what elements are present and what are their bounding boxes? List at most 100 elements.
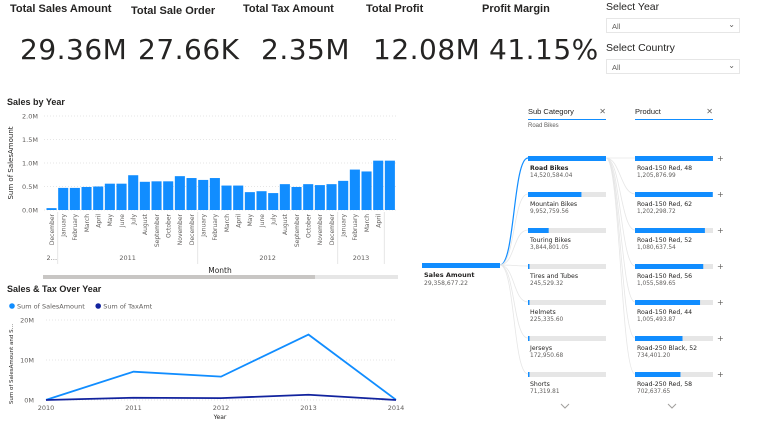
bar[interactable] xyxy=(163,181,174,210)
sub-category-header[interactable]: Sub Category ✕ xyxy=(528,107,606,120)
country-dropdown[interactable]: All ⌄ xyxy=(606,59,740,74)
bar[interactable] xyxy=(338,180,349,210)
product-bar[interactable] xyxy=(635,156,713,161)
x-tick-label: April xyxy=(96,214,103,228)
tree-connector xyxy=(499,193,529,266)
bar[interactable] xyxy=(209,178,220,210)
chevron-down-icon[interactable] xyxy=(560,403,570,409)
x-axis-label: Year xyxy=(213,414,227,421)
root-bar[interactable] xyxy=(422,263,500,268)
expand-plus-icon[interactable]: + xyxy=(717,298,724,307)
expand-plus-icon[interactable]: + xyxy=(717,154,724,163)
subcategory-bar[interactable] xyxy=(528,336,530,341)
tree-connector xyxy=(605,157,636,339)
subcategory-value: 172,950.68 xyxy=(530,353,564,359)
subcategory-bar[interactable] xyxy=(528,372,530,377)
y-tick-label: 0.0M xyxy=(22,207,38,215)
bar[interactable] xyxy=(268,193,279,210)
bar[interactable] xyxy=(69,187,80,210)
expand-plus-icon[interactable]: + xyxy=(717,262,724,271)
x-tick-label: April xyxy=(236,214,243,228)
product-bar[interactable] xyxy=(635,228,705,233)
bar[interactable] xyxy=(198,179,209,210)
bar[interactable] xyxy=(93,186,104,211)
subcategory-bar[interactable] xyxy=(528,300,530,305)
subcategory-value: 9,952,759.56 xyxy=(530,209,569,215)
bar[interactable] xyxy=(46,208,57,210)
product-bar[interactable] xyxy=(635,372,681,377)
bar[interactable] xyxy=(314,185,325,210)
year-group-label: 2… xyxy=(47,254,58,262)
expand-plus-icon[interactable]: + xyxy=(717,334,724,343)
bar[interactable] xyxy=(151,181,162,210)
tree-connector xyxy=(499,264,529,375)
bar[interactable] xyxy=(81,186,92,210)
bar[interactable] xyxy=(361,171,372,210)
subcategory-bar-track xyxy=(528,336,606,341)
year-dropdown[interactable]: All ⌄ xyxy=(606,18,740,33)
scrollbar-thumb[interactable] xyxy=(43,275,315,279)
y-tick-label: 20M xyxy=(20,317,34,325)
product-bar[interactable] xyxy=(635,264,704,269)
close-icon[interactable]: ✕ xyxy=(706,107,713,116)
expand-plus-icon[interactable]: + xyxy=(717,226,724,235)
legend-marker xyxy=(9,303,15,309)
kpi-value: 12.08M xyxy=(373,33,481,66)
tree-connector xyxy=(499,264,529,339)
kpi-value: 41.15% xyxy=(489,33,599,66)
subcategory-bar[interactable] xyxy=(528,264,530,269)
bar[interactable] xyxy=(244,192,255,210)
bar[interactable] xyxy=(349,169,360,210)
sales-by-year-chart[interactable]: 0.0M 0.5M 1.0M 1.5M 2.0M Sum of SalesAmount De… xyxy=(0,100,400,280)
bar[interactable] xyxy=(221,185,232,210)
bar[interactable] xyxy=(186,178,197,210)
kpi-title: Total Sale Order xyxy=(131,5,216,17)
bar[interactable] xyxy=(291,186,302,210)
bar[interactable] xyxy=(128,175,139,210)
expand-plus-icon[interactable]: + xyxy=(717,370,724,379)
bar[interactable] xyxy=(58,187,69,210)
bar[interactable] xyxy=(326,184,337,210)
y-axis-label: Sum of SalesAmount xyxy=(7,126,15,199)
product-bar[interactable] xyxy=(635,192,713,197)
y-tick-label: 0M xyxy=(24,397,34,405)
product-bar[interactable] xyxy=(635,300,701,305)
bar[interactable] xyxy=(233,185,244,210)
bar[interactable] xyxy=(174,176,185,210)
sales-tax-chart[interactable]: Sum of SalesAmount Sum of TaxAmt 0M 10M 20M S… xyxy=(0,298,410,428)
x-tick-label: July xyxy=(271,214,278,226)
subcategory-value: 71,319.81 xyxy=(530,389,560,395)
chevron-down-icon[interactable] xyxy=(667,403,677,409)
bar[interactable] xyxy=(256,191,267,210)
kpi-title: Total Sales Amount xyxy=(10,3,112,15)
subcategory-bar[interactable] xyxy=(528,156,606,161)
bar[interactable] xyxy=(373,160,384,210)
subcategory-value: 225,335.60 xyxy=(530,317,564,323)
bar[interactable] xyxy=(116,183,127,210)
x-tick-label: September xyxy=(294,213,301,247)
x-tick-label: December xyxy=(189,213,196,245)
slicer-select-year: Select Year All ⌄ xyxy=(606,1,740,33)
close-icon[interactable]: ✕ xyxy=(599,107,606,116)
bar[interactable] xyxy=(303,184,314,210)
kpi-value: 2.35M xyxy=(261,33,351,66)
x-tick-label: October xyxy=(166,213,173,238)
series-line[interactable] xyxy=(45,393,397,401)
product-value: 1,080,637.54 xyxy=(637,245,676,251)
bar[interactable] xyxy=(104,183,115,210)
bar[interactable] xyxy=(384,160,395,210)
legend-label: Sum of TaxAmt xyxy=(103,303,152,311)
year-group-label: 2013 xyxy=(353,254,370,262)
series-line[interactable] xyxy=(45,333,397,401)
bar[interactable] xyxy=(279,184,290,210)
subcategory-bar[interactable] xyxy=(528,228,549,233)
root-label: Sales Amount xyxy=(424,271,474,279)
tree-connector xyxy=(499,157,529,266)
decomposition-tree[interactable]: Sales Amount29,358,677.22 Road Bikes14,52… xyxy=(419,128,759,428)
product-header[interactable]: Product ✕ xyxy=(635,107,713,120)
bar[interactable] xyxy=(139,181,150,210)
subcategory-bar[interactable] xyxy=(528,192,582,197)
product-bar[interactable] xyxy=(635,336,683,341)
expand-plus-icon[interactable]: + xyxy=(717,190,724,199)
slicer-title: Select Country xyxy=(606,42,675,54)
